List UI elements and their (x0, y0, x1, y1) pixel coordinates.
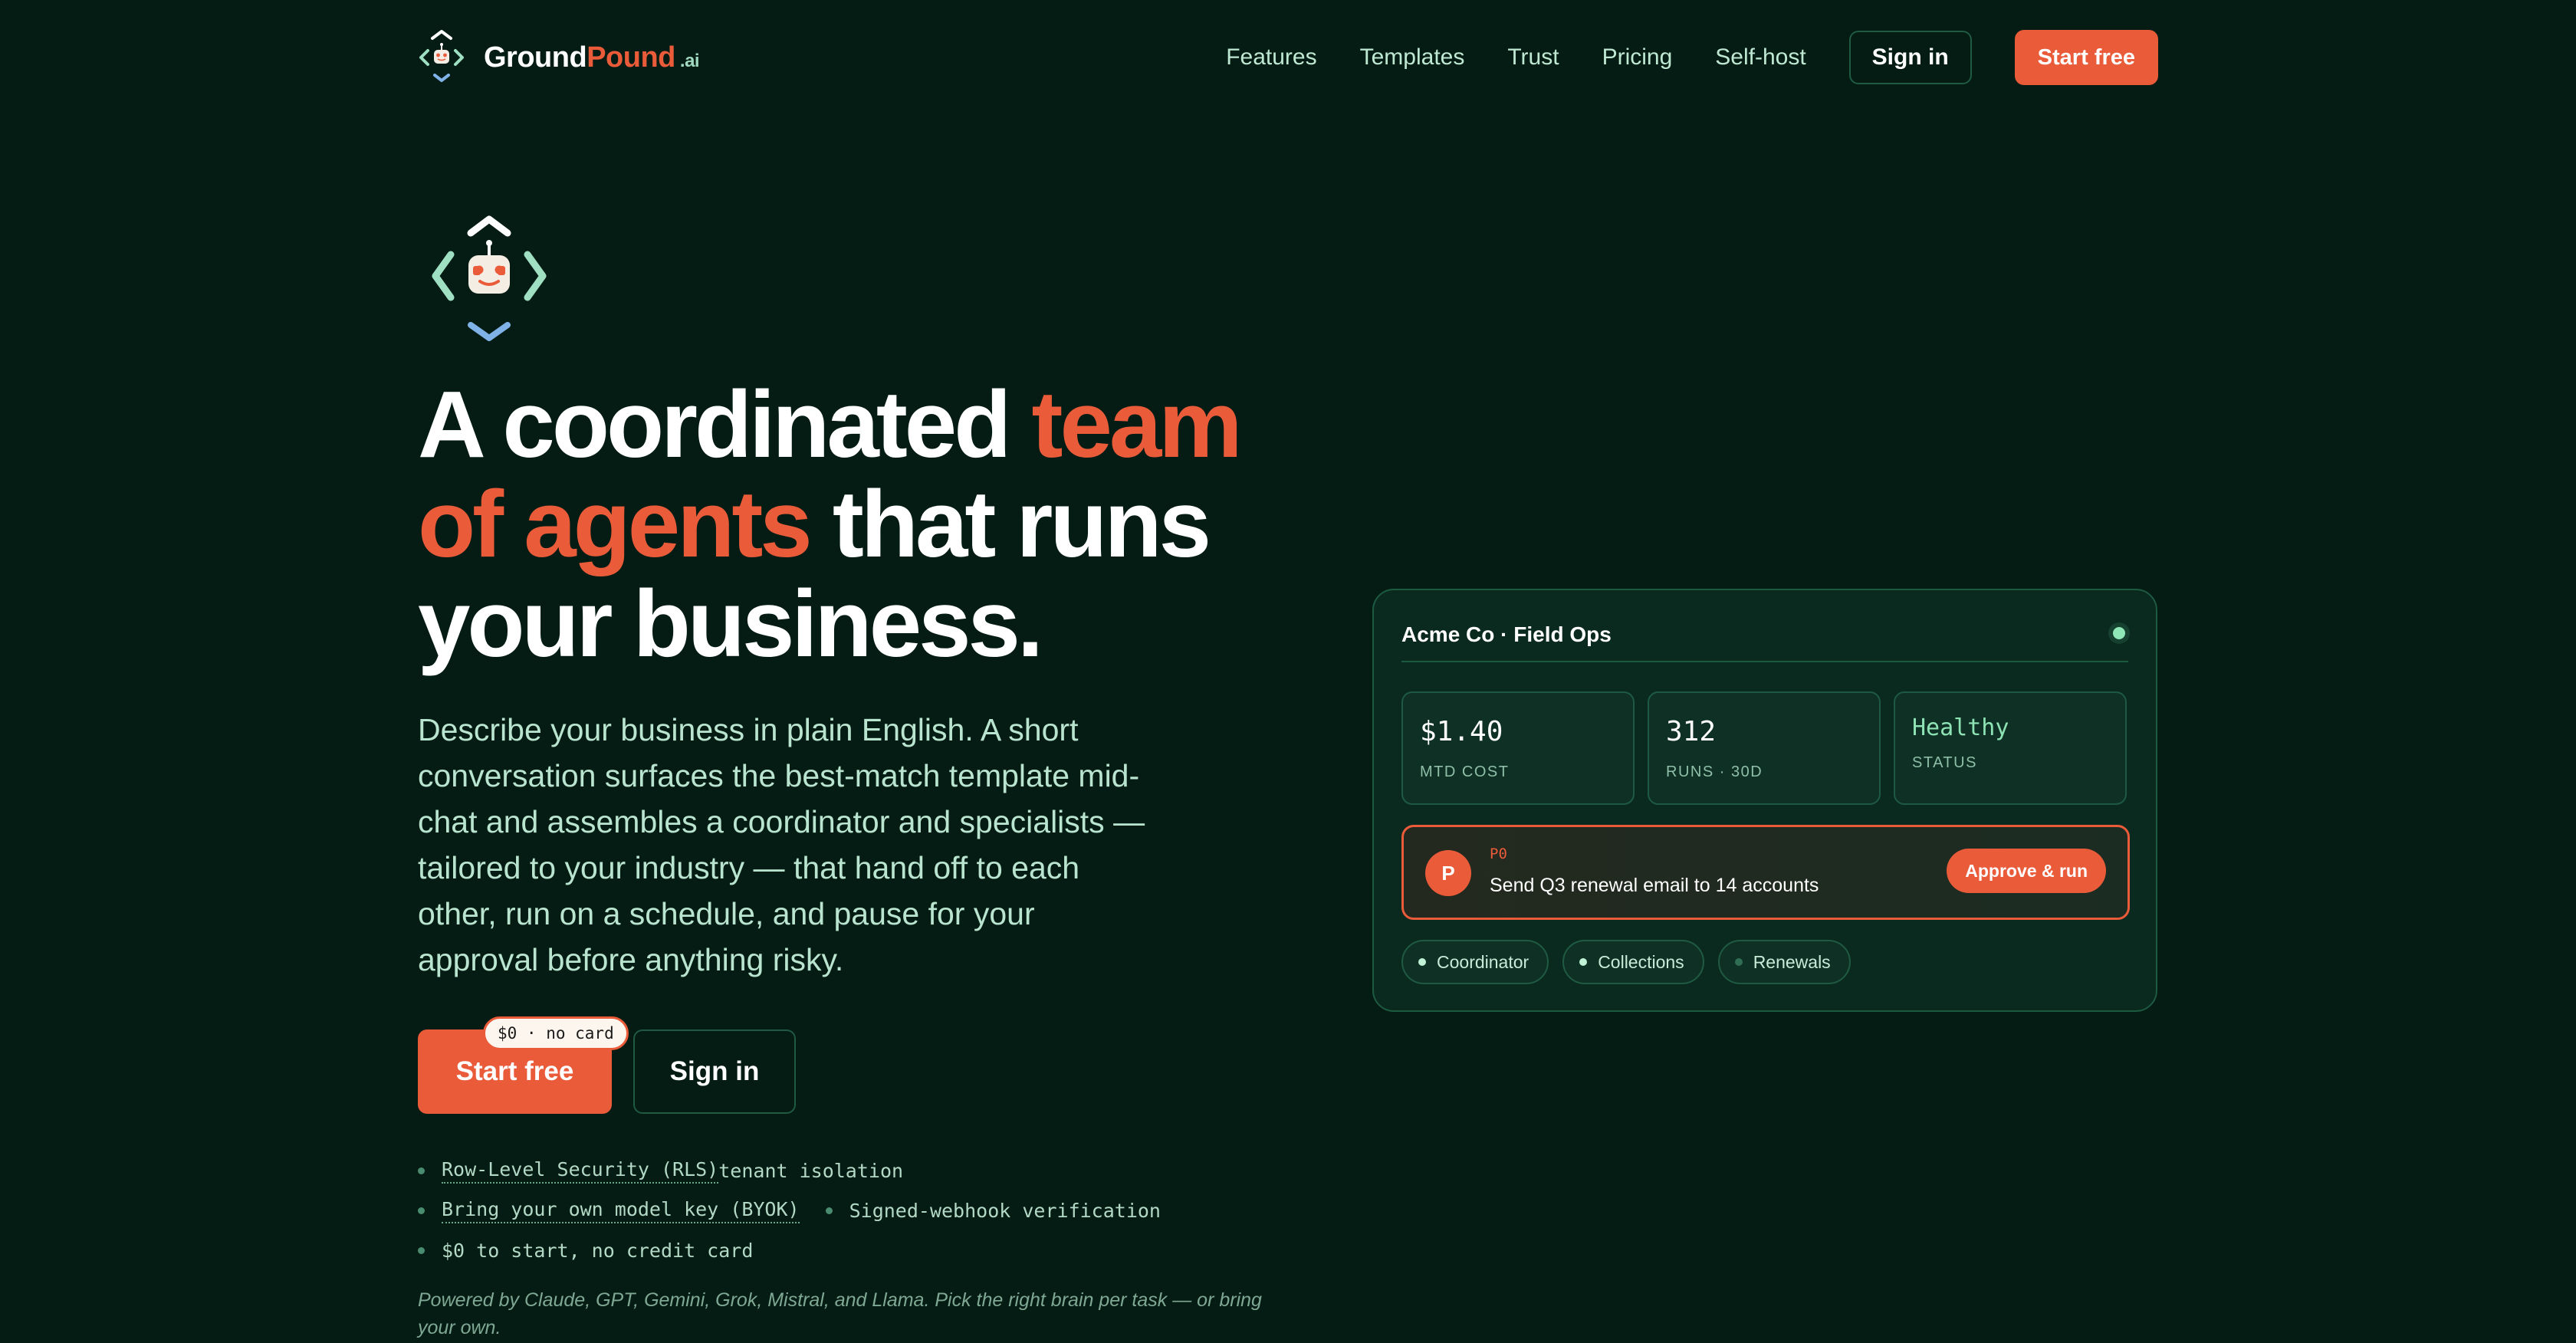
trust-item-byok: Bring your own model key (BYOK) (418, 1198, 800, 1223)
agent-chip-renewals[interactable]: Renewals (1717, 940, 1851, 984)
nav-start-free-button[interactable]: Start free (2014, 30, 2158, 85)
stat-runs: 312 RUNS · 30D (1648, 691, 1881, 805)
nav-link-templates[interactable]: Templates (1360, 44, 1465, 71)
nav-link-trust[interactable]: Trust (1507, 44, 1559, 71)
task-description: Send Q3 renewal email to 14 accounts (1490, 875, 1819, 896)
stat-mtd-cost: $1.40 MTD COST (1401, 691, 1635, 805)
agent-active-dot (1579, 958, 1588, 966)
bullet-dot (418, 1247, 425, 1254)
nav-links: Features Templates Trust Pricing Self-ho… (1226, 30, 2158, 85)
agent-idle-dot (1734, 958, 1743, 966)
nav-link-features[interactable]: Features (1226, 44, 1316, 71)
powered-by-note: Powered by Claude, GPT, Gemini, Grok, Mi… (418, 1289, 1262, 1338)
rls-link[interactable]: Row-Level Security (RLS) (442, 1158, 719, 1184)
agent-active-dot (1418, 958, 1426, 966)
bullet-dot (825, 1207, 833, 1214)
priority-label: P0 (1490, 846, 1507, 862)
stat-status: Healthy STATUS (1894, 691, 2127, 805)
dashboard-preview-card: Acme Co · Field Ops $1.40 MTD COST 312 R… (1372, 589, 2157, 1012)
hero-sign-in-button[interactable]: Sign in (633, 1029, 796, 1114)
hero-subtitle: Describe your business in plain English.… (418, 712, 1145, 977)
workspace-title: Acme Co · Field Ops (1401, 622, 1612, 646)
byok-link[interactable]: Bring your own model key (BYOK) (442, 1198, 800, 1223)
hero-headline: A coordinated team of agents that runs y… (418, 373, 1243, 677)
nav-sign-in-button[interactable]: Sign in (1848, 31, 1972, 84)
trust-row-1: Row-Level Security (RLS) tenant isolatio… (418, 1158, 903, 1184)
avatar: P (1425, 850, 1471, 896)
trust-item-rls: Row-Level Security (RLS) tenant isolatio… (418, 1158, 903, 1184)
brand-name: GroundPound .ai (484, 41, 700, 74)
online-status-icon (2113, 627, 2125, 639)
top-nav: GroundPound .ai Features Templates Trust … (418, 29, 2158, 86)
no-card-badge: $0 · no card (483, 1016, 629, 1050)
agent-chips: Coordinator Collections Renewals (1401, 940, 1865, 984)
trust-item-webhook: Signed-webhook verification (825, 1200, 1161, 1222)
approval-request: P P0 Send Q3 renewal email to 14 account… (1401, 825, 2130, 920)
bullet-dot (418, 1167, 425, 1174)
nav-link-pricing[interactable]: Pricing (1602, 44, 1673, 71)
brand-logo-link[interactable]: GroundPound .ai (418, 29, 700, 86)
nav-link-self-host[interactable]: Self-host (1715, 44, 1806, 71)
bullet-dot (418, 1207, 425, 1214)
agent-chip-collections[interactable]: Collections (1562, 940, 1704, 984)
trust-row-2: Bring your own model key (BYOK) Signed-w… (418, 1198, 1161, 1223)
approve-and-run-button[interactable]: Approve & run (1947, 849, 2106, 893)
card-header: Acme Co · Field Ops (1401, 618, 2128, 662)
robot-logo-icon (419, 30, 464, 82)
robot-hero-icon (432, 215, 547, 341)
trust-row-3: $0 to start, no credit card (418, 1240, 753, 1262)
agent-chip-coordinator[interactable]: Coordinator (1401, 940, 1549, 984)
trust-item-pricing: $0 to start, no credit card (418, 1240, 753, 1262)
